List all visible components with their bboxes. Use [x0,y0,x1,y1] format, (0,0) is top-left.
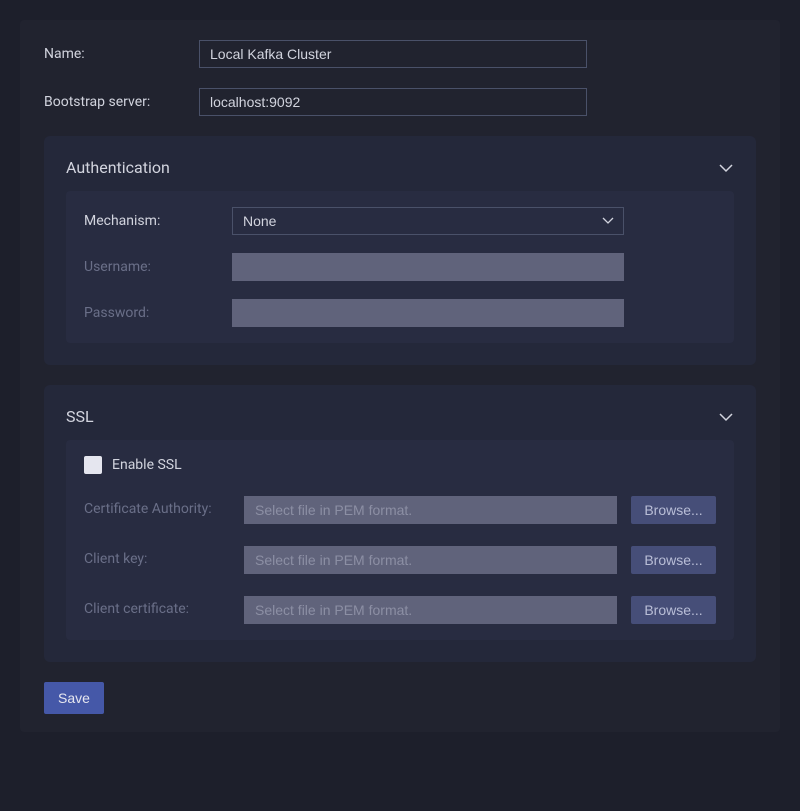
client-key-label: Client key: [84,546,244,567]
ssl-section: SSL Enable SSL Certificate Authority: Br… [44,385,756,662]
name-row: Name: [44,40,756,68]
mechanism-select-wrapper: None [232,207,624,235]
username-input [232,253,624,281]
authentication-header[interactable]: Authentication [66,158,734,177]
password-label: Password: [84,305,232,321]
mechanism-label: Mechanism: [84,213,232,229]
bootstrap-label: Bootstrap server: [44,94,199,110]
ssl-header[interactable]: SSL [66,407,734,426]
username-row: Username: [84,253,716,281]
client-cert-row: Client certificate: Browse... [84,596,716,624]
client-key-input [244,546,617,574]
username-label: Username: [84,259,232,275]
ssl-title: SSL [66,407,94,426]
authentication-title: Authentication [66,158,170,177]
name-label: Name: [44,46,199,62]
client-cert-label: Client certificate: [84,596,244,617]
bootstrap-row: Bootstrap server: [44,88,756,116]
ca-browse-button[interactable]: Browse... [631,496,716,524]
authentication-section: Authentication Mechanism: None Username: [44,136,756,365]
mechanism-select[interactable]: None [232,207,624,235]
enable-ssl-checkbox[interactable] [84,456,102,474]
mechanism-row: Mechanism: None [84,207,716,235]
save-button[interactable]: Save [44,682,104,714]
chevron-down-icon [718,163,734,173]
enable-ssl-label: Enable SSL [112,457,182,473]
password-input [232,299,624,327]
client-key-row: Client key: Browse... [84,546,716,574]
client-key-browse-button[interactable]: Browse... [631,546,716,574]
password-row: Password: [84,299,716,327]
ca-input [244,496,617,524]
ssl-body: Enable SSL Certificate Authority: Browse… [66,440,734,640]
name-input[interactable] [199,40,587,68]
config-panel: Name: Bootstrap server: Authentication M… [20,20,780,732]
enable-ssl-row: Enable SSL [84,456,716,474]
authentication-body: Mechanism: None Username: Password: [66,191,734,343]
client-cert-input [244,596,617,624]
chevron-down-icon [718,412,734,422]
client-cert-browse-button[interactable]: Browse... [631,596,716,624]
bootstrap-input[interactable] [199,88,587,116]
ca-label: Certificate Authority: [84,496,244,517]
ca-row: Certificate Authority: Browse... [84,496,716,524]
